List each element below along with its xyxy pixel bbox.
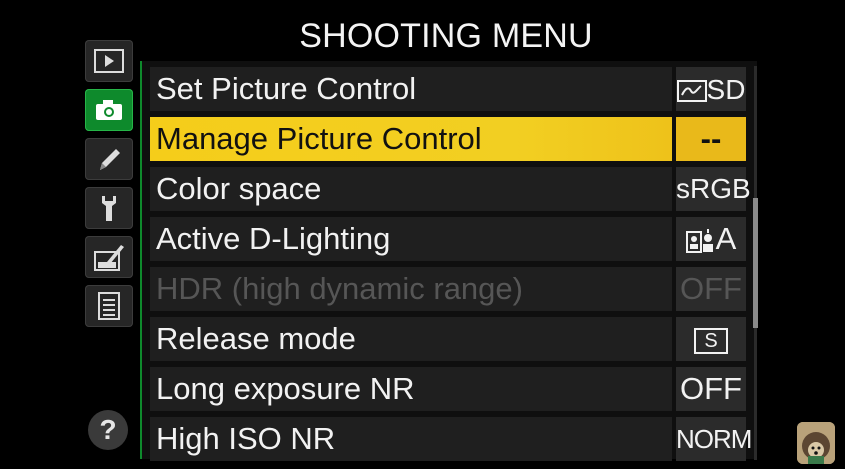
menu-title: SHOOTING MENU <box>299 17 593 55</box>
menu-item-label: Color space <box>150 167 672 211</box>
wrench-icon <box>102 196 116 221</box>
menu-tab-bar <box>80 30 140 360</box>
menu-item-high-iso-nr[interactable]: High ISO NR NORM <box>150 417 752 461</box>
setup-tab[interactable] <box>85 187 133 229</box>
help-label: ? <box>99 414 117 445</box>
menu-item-label: Long exposure NR <box>150 367 672 411</box>
retouch-tab[interactable] <box>85 138 133 180</box>
menu-item-value: S <box>676 317 746 361</box>
menu-item-value: SD <box>676 67 746 111</box>
menu-item-label: High ISO NR <box>150 417 672 461</box>
my-menu-tab[interactable] <box>85 285 133 327</box>
menu-item-manage-picture-control[interactable]: Manage Picture Control -- <box>150 117 746 161</box>
camera-icon <box>96 100 122 120</box>
picture-control-icon <box>676 79 707 102</box>
list-icon <box>98 292 120 320</box>
menu-item-hdr[interactable]: HDR (high dynamic range) OFF <box>150 267 746 311</box>
menu-item-value: OFF <box>676 267 746 311</box>
shooting-tab[interactable] <box>85 89 133 131</box>
menu-item-value: sRGB <box>676 167 751 211</box>
menu-item-color-space[interactable]: Color space sRGB <box>150 167 751 211</box>
menu-item-label: HDR (high dynamic range) <box>150 267 672 311</box>
menu-item-value: -- <box>676 117 746 161</box>
pencil-icon <box>100 149 120 170</box>
hedgehog-avatar-icon <box>797 422 835 464</box>
menu-item-label: Manage Picture Control <box>150 117 672 161</box>
menu-list: Set Picture Control SD Manage Picture Co… <box>140 61 757 461</box>
menu-item-active-d-lighting[interactable]: Active D-Lighting A <box>150 217 746 261</box>
menu-item-value: NORM <box>676 417 752 461</box>
retouch-brush-icon <box>94 245 124 271</box>
menu-item-long-exposure-nr[interactable]: Long exposure NR OFF <box>150 367 746 411</box>
retouch-menu-tab[interactable] <box>85 236 133 278</box>
d-lighting-icon <box>685 228 713 253</box>
playback-tab[interactable] <box>85 40 133 82</box>
menu-item-label: Set Picture Control <box>150 67 672 111</box>
menu-item-label: Active D-Lighting <box>150 217 672 261</box>
help-button[interactable]: ? <box>88 410 128 450</box>
channel-avatar <box>797 422 835 464</box>
menu-item-release-mode[interactable]: Release mode S <box>150 317 746 361</box>
single-frame-icon: S <box>694 327 728 354</box>
menu-item-value: A <box>676 217 746 261</box>
menu-item-label: Release mode <box>150 317 672 361</box>
menu-item-value: OFF <box>676 367 746 411</box>
menu-scrollbar-thumb[interactable] <box>753 198 758 328</box>
menu-item-set-picture-control[interactable]: Set Picture Control SD <box>150 67 746 111</box>
playback-icon <box>94 49 124 73</box>
